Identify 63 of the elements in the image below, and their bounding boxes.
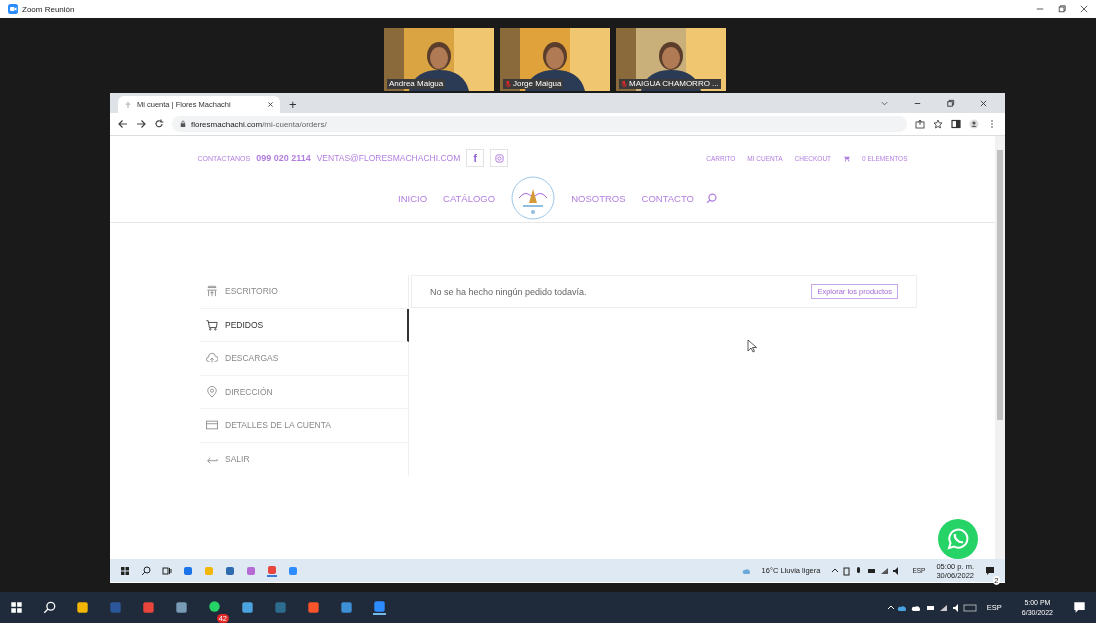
task-view-icon[interactable] bbox=[162, 565, 172, 576]
back-icon[interactable] bbox=[118, 119, 128, 129]
app-icon[interactable] bbox=[175, 601, 188, 614]
account-menu-item[interactable]: DESCARGAS bbox=[200, 342, 409, 376]
notification-icon[interactable] bbox=[985, 565, 995, 576]
facebook-link[interactable]: f bbox=[466, 149, 485, 167]
share-icon[interactable] bbox=[915, 119, 925, 129]
card-icon bbox=[206, 419, 218, 432]
forward-icon[interactable] bbox=[136, 119, 146, 129]
restore-icon[interactable] bbox=[946, 99, 955, 108]
app-icon[interactable] bbox=[340, 601, 353, 614]
participant-name: Andrea Maigua bbox=[389, 79, 444, 89]
app-icon[interactable] bbox=[307, 601, 320, 614]
scrollbar[interactable] bbox=[995, 136, 1005, 559]
app-icon[interactable] bbox=[267, 564, 277, 577]
phone-number: 099 020 2114 bbox=[256, 153, 311, 163]
app-icon[interactable] bbox=[142, 601, 155, 614]
nav-link[interactable]: INICIO bbox=[398, 192, 428, 204]
window-title: Zoom Reunión bbox=[22, 4, 75, 14]
app-icon[interactable] bbox=[76, 601, 89, 614]
close-icon[interactable] bbox=[1080, 5, 1088, 13]
cloud-upload-icon bbox=[206, 352, 218, 365]
reload-icon[interactable] bbox=[154, 119, 164, 129]
star-icon[interactable] bbox=[933, 119, 943, 129]
windows-start-icon[interactable] bbox=[120, 565, 130, 576]
notification-icon[interactable] bbox=[1073, 601, 1086, 614]
location-pin-icon bbox=[206, 385, 218, 398]
account-menu-item[interactable]: PEDIDOS bbox=[200, 308, 409, 342]
notice-text: No se ha hecho ningún pedido todavía. bbox=[430, 286, 588, 297]
app-icon[interactable] bbox=[373, 600, 386, 615]
nav-link[interactable]: CONTACTO bbox=[641, 192, 694, 204]
windows-start-icon[interactable] bbox=[10, 601, 23, 614]
app-icon[interactable] bbox=[208, 599, 221, 613]
instagram-icon bbox=[494, 153, 504, 163]
participant-name: Jorge Maigua bbox=[513, 79, 562, 89]
zoom-logo-icon bbox=[8, 4, 18, 14]
profile-icon[interactable] bbox=[969, 119, 979, 129]
favicon-icon bbox=[124, 100, 132, 109]
close-icon[interactable] bbox=[267, 101, 274, 108]
mouse-cursor-icon bbox=[747, 339, 757, 353]
lock-icon bbox=[180, 120, 186, 128]
nav-link[interactable]: NOSOTROS bbox=[571, 192, 626, 204]
app-icon[interactable] bbox=[225, 565, 235, 576]
participant-name: MAIGUA CHAMORRO ... bbox=[629, 79, 719, 89]
address-field[interactable]: floresmachachi.com/mi-cuenta/orders/ bbox=[172, 116, 907, 132]
url-text: floresmachachi.com/mi-cuenta/orders/ bbox=[191, 119, 327, 129]
search-icon[interactable] bbox=[141, 565, 151, 576]
side-panel-icon[interactable] bbox=[951, 119, 961, 129]
cart-icon bbox=[206, 318, 218, 331]
account-menu-item[interactable]: SALIR bbox=[200, 442, 409, 476]
account-menu-item[interactable]: ESCRITORIO bbox=[200, 275, 409, 309]
email-address: VENTAS@FLORESMACHACHI.COM bbox=[316, 153, 461, 163]
app-icon[interactable] bbox=[183, 565, 193, 576]
nav-link[interactable]: CATÁLOGO bbox=[443, 192, 496, 204]
search-icon[interactable] bbox=[43, 601, 56, 614]
app-icon[interactable] bbox=[241, 601, 254, 614]
restore-icon[interactable] bbox=[1058, 5, 1066, 13]
close-icon[interactable] bbox=[979, 99, 988, 108]
cart-icon bbox=[843, 154, 851, 162]
account-menu-item[interactable]: DETALLES DE LA CUENTA bbox=[200, 409, 409, 443]
desk-icon bbox=[206, 285, 218, 298]
new-tab-button[interactable]: + bbox=[286, 97, 300, 113]
account-menu-item[interactable]: DIRECCIÓN bbox=[200, 375, 409, 409]
